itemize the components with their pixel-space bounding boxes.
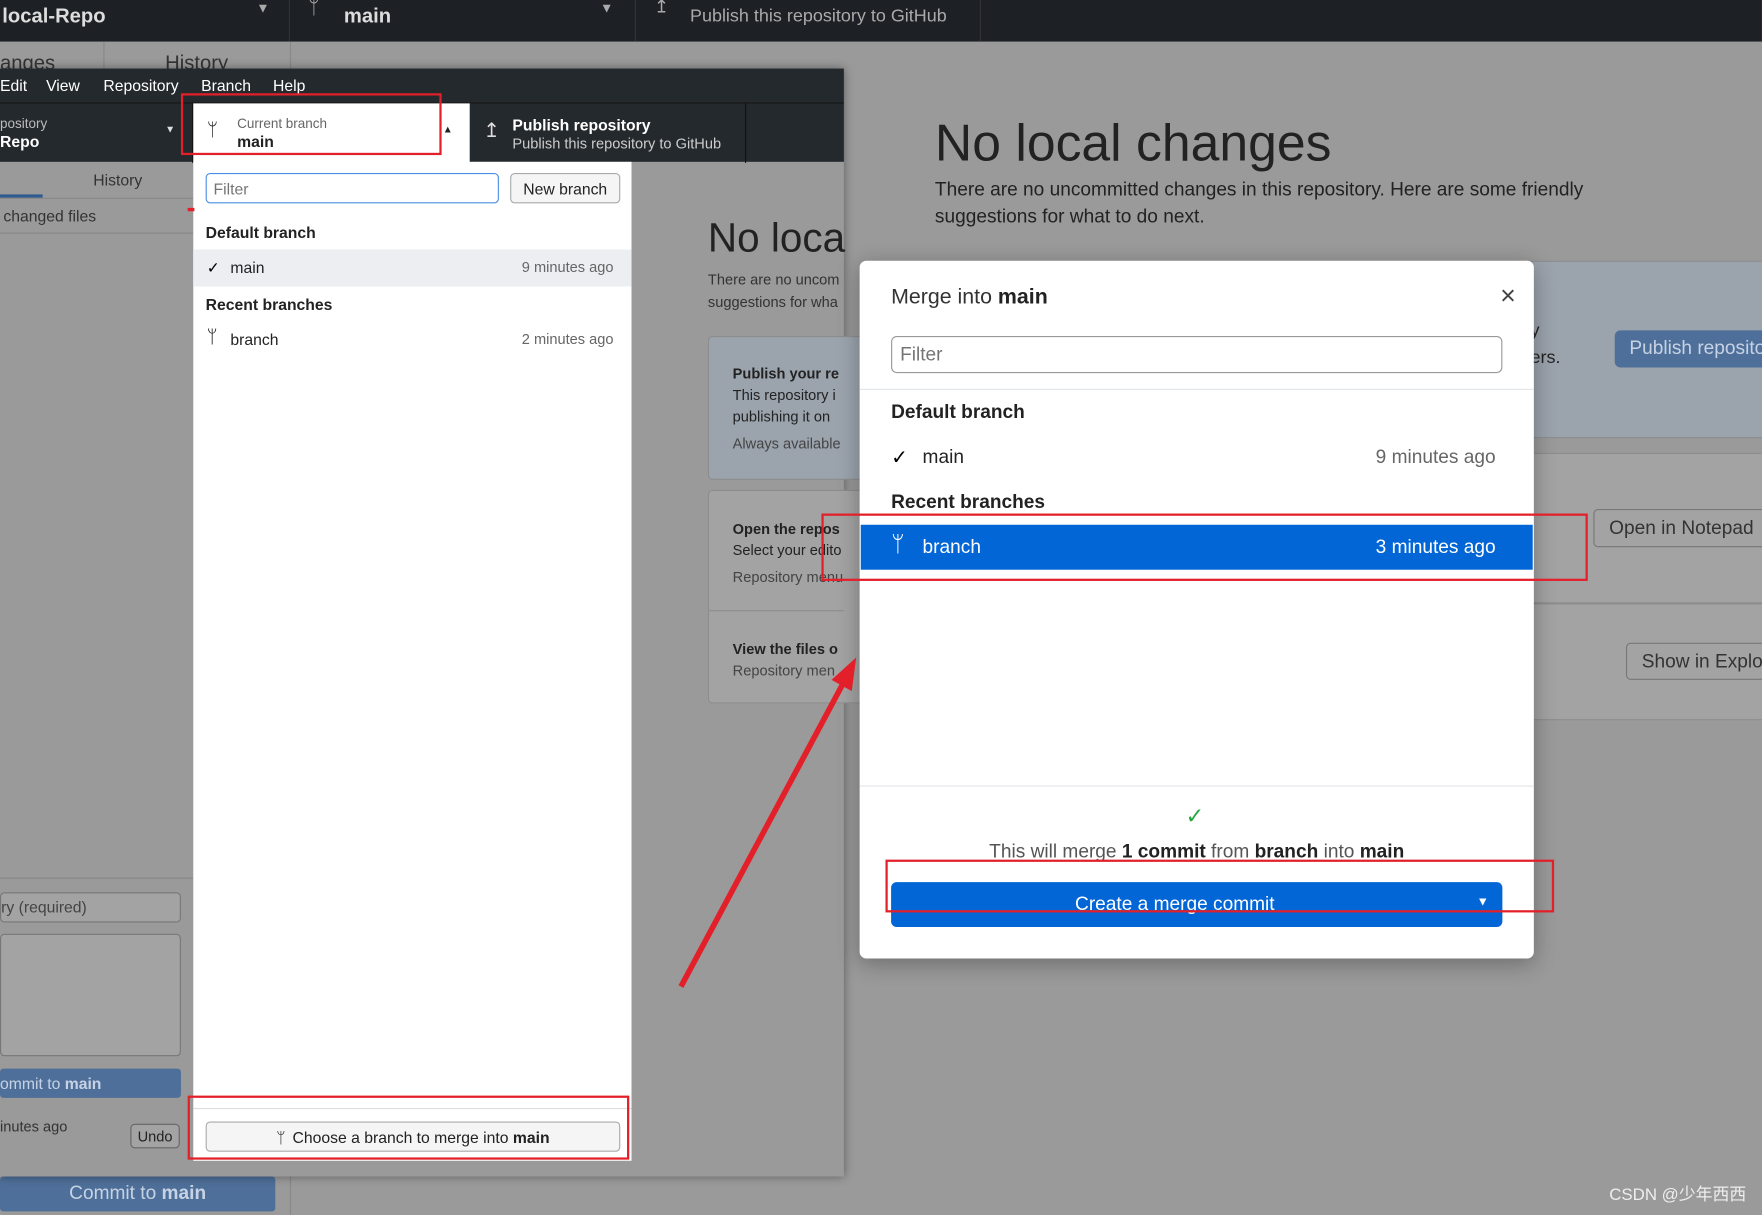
watermark: CSDN @少年西西 — [1609, 1185, 1747, 1205]
annotation-arrow — [678, 657, 857, 988]
